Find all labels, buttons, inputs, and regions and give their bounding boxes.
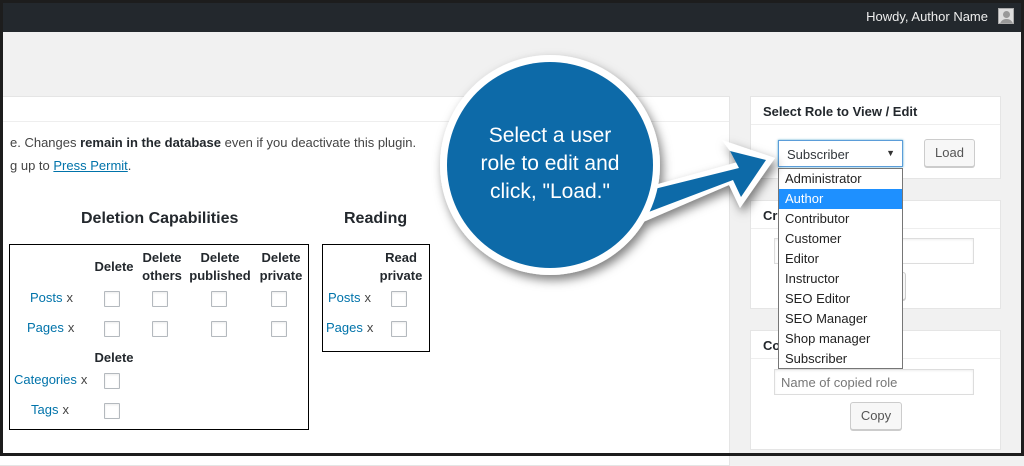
callout-annotation [440, 55, 775, 275]
callout-text: Select a user role to edit and click, "L… [480, 124, 620, 203]
